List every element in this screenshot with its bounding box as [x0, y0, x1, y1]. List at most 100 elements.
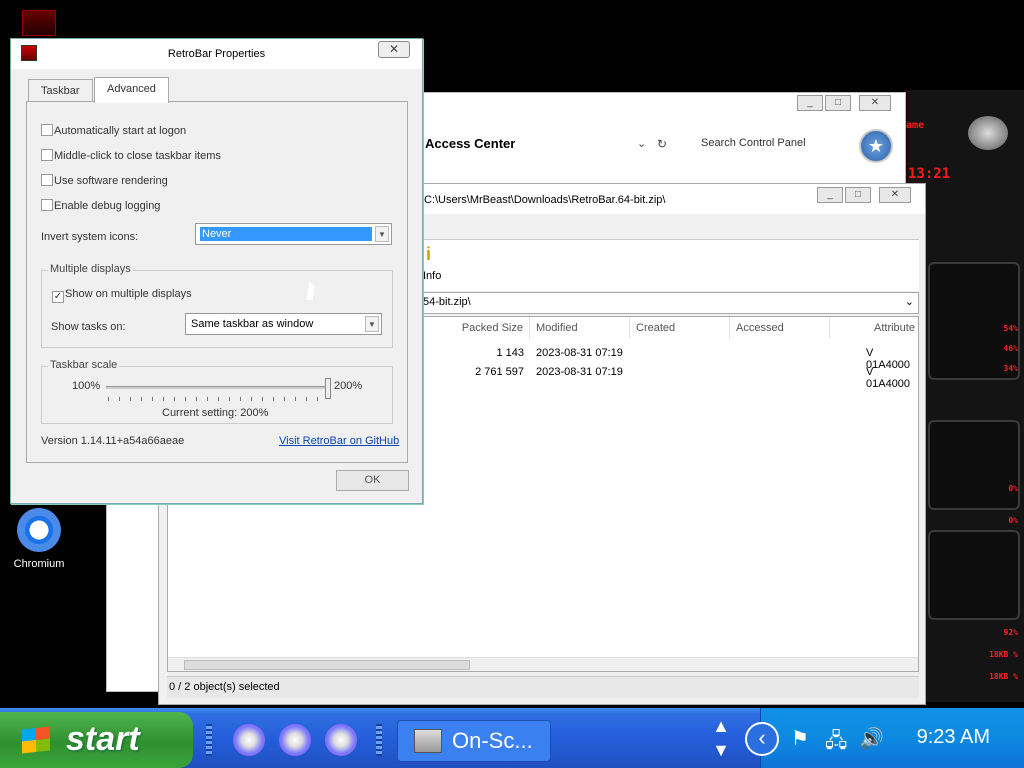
gadget-panel — [928, 530, 1020, 620]
table-cell: 2023-08-31 07:19 — [536, 347, 623, 359]
control-panel-title: Access Center — [425, 136, 516, 151]
column-header-modified[interactable]: Modified — [530, 317, 630, 339]
dialog-title-bar: RetroBar Properties — [11, 39, 422, 69]
user-star-icon[interactable]: ★ — [859, 129, 893, 163]
taskbar: start On-Sc... ▲ ▼ ‹ ⚑ 🖧 🔊 9:23 AM — [0, 708, 1024, 768]
chevron-down-icon[interactable]: ⌄ — [905, 295, 914, 308]
checkbox-box[interactable] — [41, 149, 53, 161]
dialog-title: RetroBar Properties — [167, 48, 266, 60]
checkbox-show-multiple-displays[interactable]: ✓ Show on multiple displays — [52, 288, 192, 303]
table-cell: 2023-08-31 07:19 — [536, 366, 623, 378]
checkbox-autostart[interactable]: Automatically start at logon — [41, 124, 186, 137]
alien-head-icon — [968, 116, 1008, 150]
chromium-desktop-icon[interactable]: Chromium — [8, 508, 70, 570]
start-label: start — [66, 720, 140, 758]
search-control-panel[interactable]: Search Control Panel — [701, 137, 806, 149]
column-header-packed-size[interactable]: Packed Size — [430, 317, 530, 339]
scale-max-label: 200% — [334, 380, 363, 392]
gadget-panel — [928, 262, 1020, 380]
show-tasks-value: Same taskbar as window — [191, 318, 314, 330]
close-button[interactable]: ✕ — [378, 41, 410, 58]
invert-icons-select[interactable]: Never ▼ — [195, 223, 392, 245]
group-title: Taskbar scale — [48, 359, 120, 371]
checkbox-box[interactable]: ✓ — [52, 291, 64, 303]
scale-slider-track[interactable] — [106, 386, 328, 389]
status-bar: 0 / 2 object(s) selected — [167, 676, 919, 698]
horizontal-scrollbar[interactable] — [168, 657, 918, 671]
column-header-created[interactable]: Created — [630, 317, 730, 339]
scale-current-label: Current setting: 200% — [162, 407, 269, 419]
maximize-button[interactable]: □ — [825, 95, 851, 111]
group-title: Multiple displays — [48, 263, 133, 275]
gadget-stat: 18KB % — [989, 650, 1018, 659]
minimize-button[interactable]: _ — [817, 187, 843, 203]
tab-taskbar[interactable]: Taskbar — [28, 79, 93, 103]
action-center-flag-icon[interactable]: ⚑ — [791, 726, 817, 752]
gadget-stat: 0% — [1008, 516, 1018, 525]
taskbar-scale-group: Taskbar scale 100% 200% Current setting:… — [41, 359, 393, 424]
quick-launch-media-icon[interactable] — [233, 724, 265, 756]
checkbox-debug-logging[interactable]: Enable debug logging — [41, 199, 160, 212]
column-header-attribute[interactable]: Attribute — [830, 317, 918, 339]
checkbox-software-rendering[interactable]: Use software rendering — [41, 174, 168, 187]
quick-launch-media-icon[interactable] — [279, 724, 311, 756]
checkbox-box[interactable] — [41, 174, 53, 186]
minimize-button[interactable]: _ — [797, 95, 823, 111]
maximize-button[interactable]: □ — [845, 187, 871, 203]
start-button[interactable]: start — [0, 712, 193, 768]
show-tasks-select[interactable]: Same taskbar as window ▼ — [185, 313, 382, 335]
scrollbar-thumb[interactable] — [184, 660, 470, 670]
gadget-label: ame — [906, 120, 925, 131]
toolbar-grip[interactable] — [376, 724, 382, 756]
gadget-stat: 34% — [1003, 364, 1018, 373]
windows-logo-icon — [22, 726, 50, 754]
version-label: Version 1.14.11+a54a66aeae — [41, 435, 185, 447]
chevron-down-icon[interactable]: ▼ — [375, 226, 389, 242]
archive-path: C:\Users\MrBeast\Downloads\RetroBar.64-b… — [424, 194, 666, 206]
advanced-tab-panel: Automatically start at logon Middle-clic… — [26, 101, 408, 463]
gadget-stat: 54% — [1003, 324, 1018, 333]
column-header-accessed[interactable]: Accessed — [730, 317, 830, 339]
chevron-down-icon[interactable]: ▼ — [365, 316, 379, 332]
show-tasks-label: Show tasks on: — [51, 321, 126, 333]
table-cell: 1 143 — [496, 347, 524, 359]
scroll-down-icon[interactable]: ▼ — [707, 740, 735, 762]
invert-icons-value: Never — [200, 227, 372, 241]
retrobar-properties-dialog: RetroBar Properties ✕ Taskbar Advanced A… — [10, 38, 423, 504]
desktop-app-icon[interactable] — [22, 10, 56, 36]
info-icon[interactable]: i — [426, 244, 440, 266]
chromium-label: Chromium — [13, 558, 65, 570]
multiple-displays-group: Multiple displays ✓ Show on multiple disp… — [41, 263, 393, 348]
toolbar-grip[interactable] — [206, 724, 212, 756]
close-button[interactable]: ✕ — [859, 95, 891, 111]
system-tray: ‹ ⚑ 🖧 🔊 9:23 AM — [745, 708, 1024, 768]
app-icon — [21, 45, 37, 61]
taskbar-item-on-screen-keyboard[interactable]: On-Sc... — [397, 720, 551, 762]
info-label[interactable]: Info — [423, 270, 441, 282]
tray-expand-icon[interactable]: ‹ — [745, 722, 779, 756]
clock[interactable]: 9:23 AM — [917, 726, 990, 749]
scale-ticks — [108, 397, 328, 401]
volume-icon[interactable]: 🔊 — [859, 726, 885, 752]
quick-launch-media-icon[interactable] — [325, 724, 357, 756]
github-link[interactable]: Visit RetroBar on GitHub — [279, 435, 399, 447]
close-button[interactable]: ✕ — [879, 187, 911, 203]
keyboard-icon — [414, 729, 442, 753]
desktop: ame 13:21 54% 46% 34% 0% 0% 92% 18KB % 1… — [0, 0, 1024, 768]
scroll-up-icon[interactable]: ▲ — [707, 716, 735, 738]
checkbox-box[interactable] — [41, 199, 53, 211]
table-cell: V 01A4000 — [866, 366, 911, 390]
tab-advanced[interactable]: Advanced — [94, 77, 169, 103]
table-cell: 2 761 597 — [475, 366, 524, 378]
scale-min-label: 100% — [72, 380, 101, 392]
checkbox-middle-click[interactable]: Middle-click to close taskbar items — [41, 149, 221, 162]
address-dropdown-icon[interactable]: ⌄ — [637, 137, 646, 150]
scale-slider-thumb[interactable] — [325, 378, 331, 399]
network-icon[interactable]: 🖧 — [825, 726, 851, 752]
refresh-icon[interactable]: ↻ — [657, 137, 667, 151]
ok-button[interactable]: OK — [336, 470, 409, 491]
invert-icons-label: Invert system icons: — [41, 231, 139, 243]
gadget-panel — [928, 420, 1020, 510]
gadget-clock: 13:21 — [908, 166, 951, 182]
checkbox-box[interactable] — [41, 124, 53, 136]
